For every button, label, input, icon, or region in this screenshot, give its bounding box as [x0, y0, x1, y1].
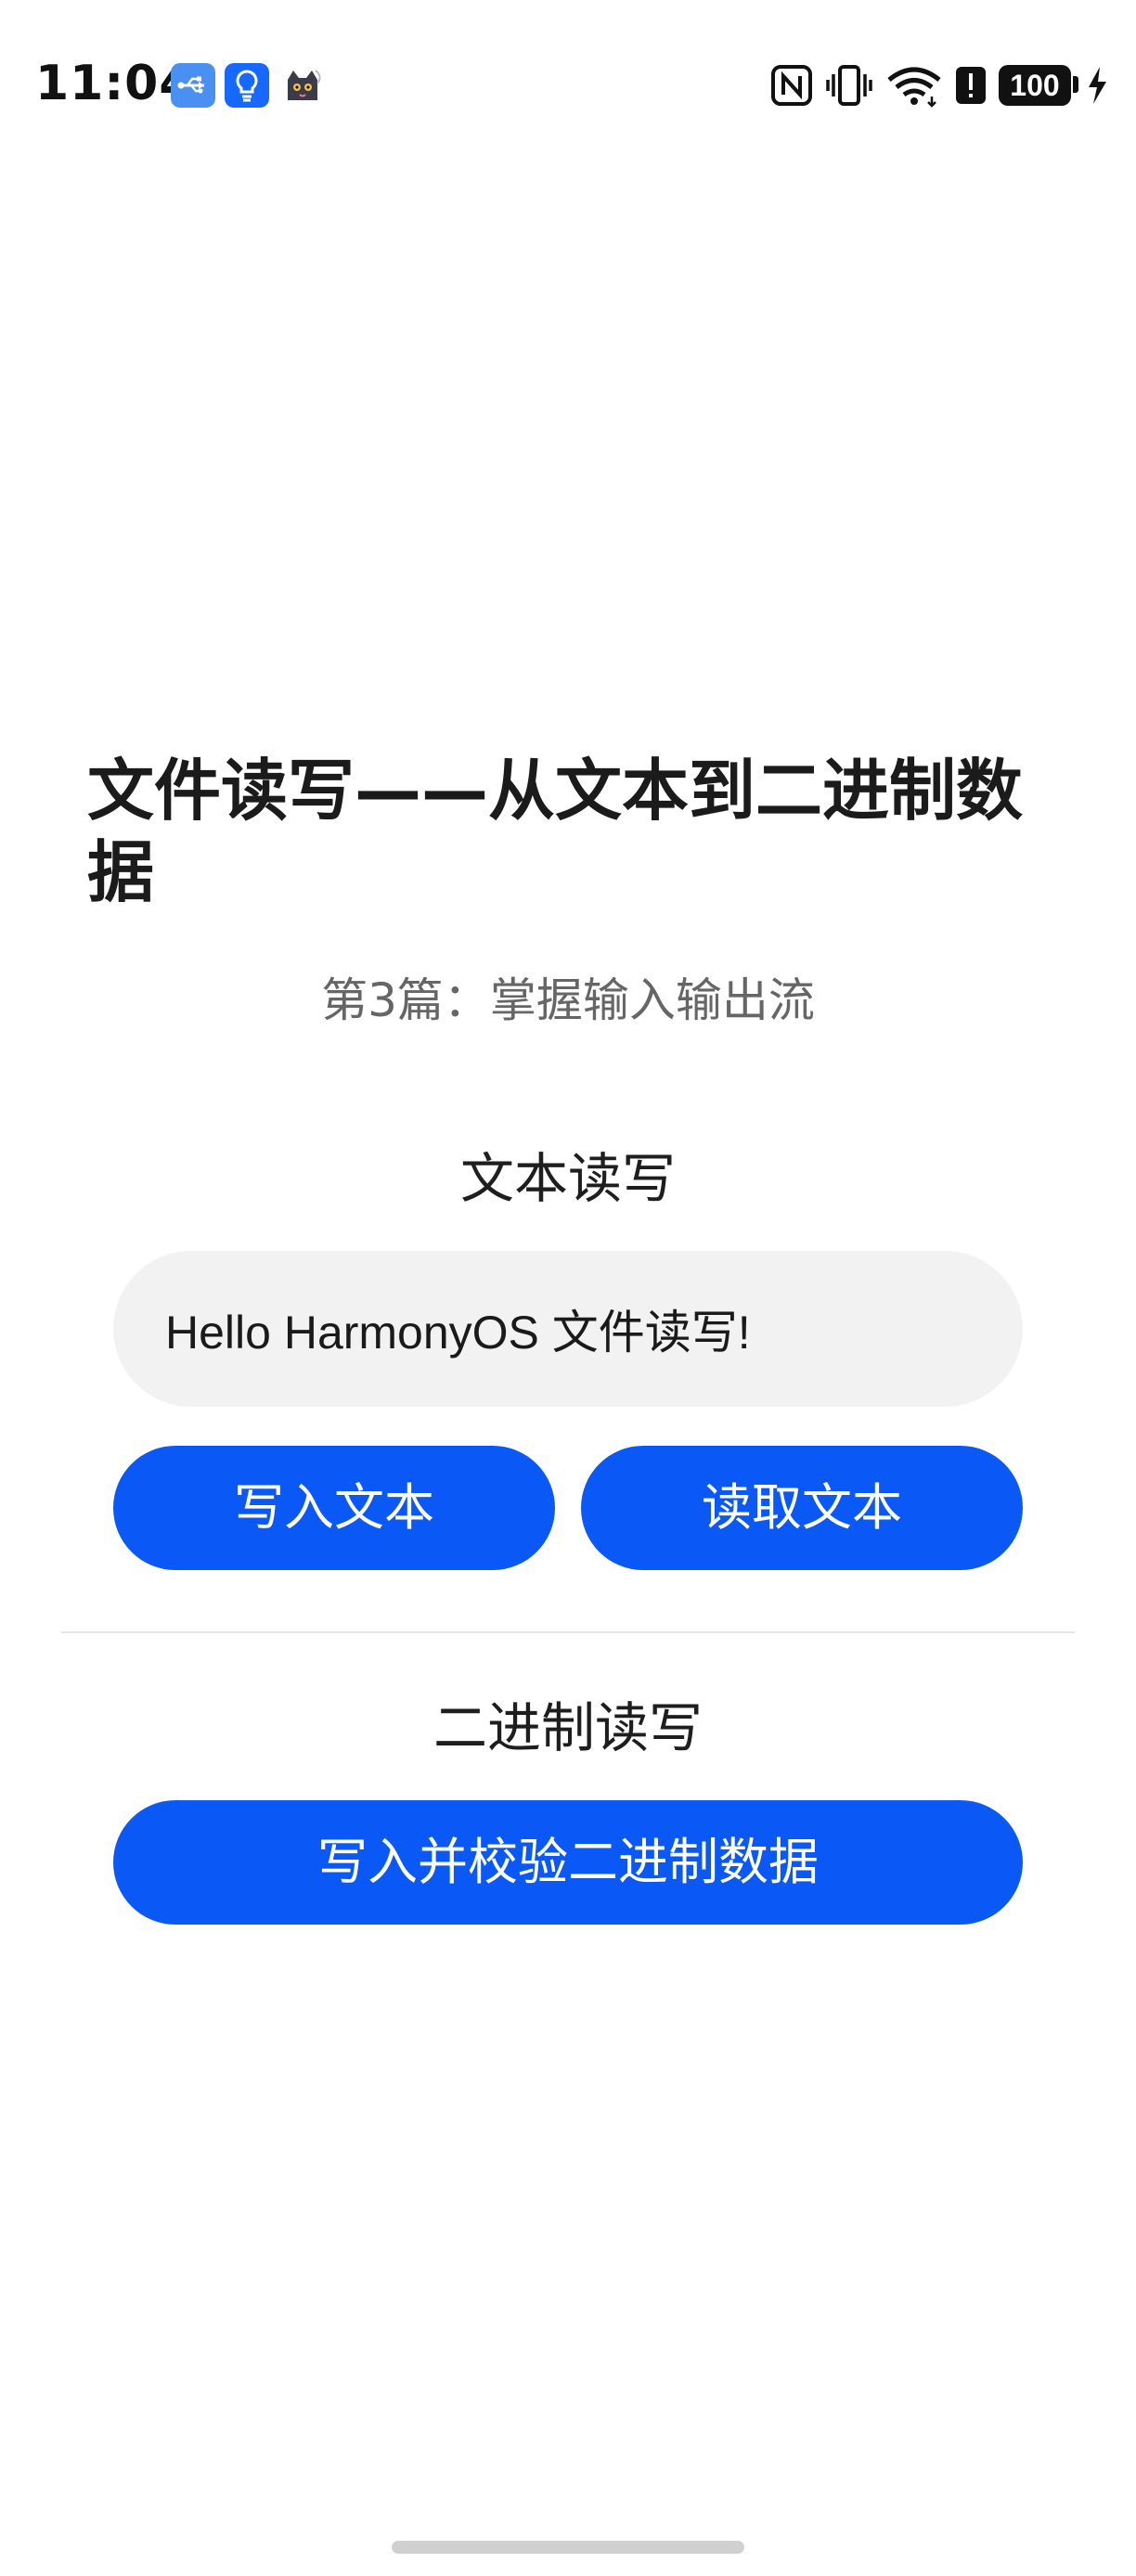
read-text-button[interactable]: 读取文本: [581, 1446, 1023, 1570]
battery-level: 100: [999, 65, 1071, 106]
status-right-icons: 100: [755, 61, 1108, 109]
write-verify-binary-button[interactable]: 写入并校验二进制数据: [113, 1800, 1023, 1925]
vibrate-icon: [824, 61, 874, 109]
text-content-input[interactable]: [113, 1251, 1023, 1407]
alert-icon: [952, 61, 989, 109]
section-divider: [61, 1631, 1075, 1633]
status-bar: 11:04 100: [0, 0, 1136, 167]
page-subtitle: 第3篇：掌握输入输出流: [321, 973, 815, 1027]
text-section-heading: 文本读写: [459, 1147, 676, 1210]
home-indicator[interactable]: [392, 2541, 744, 2554]
lightbulb-icon: [225, 63, 269, 108]
binary-section-heading: 二进制读写: [432, 1696, 703, 1759]
battery-nub: [1073, 76, 1078, 93]
write-text-button[interactable]: 写入文本: [113, 1446, 555, 1570]
cat-app-icon: [280, 63, 325, 108]
nfc-icon: [770, 61, 813, 109]
wifi-icon: [885, 61, 943, 109]
app-screen: 11:04 100 文件读写——从文本到二进制数据 第3篇：掌握输入输出流 文本…: [0, 0, 1136, 2576]
battery-icon: 100: [999, 61, 1082, 109]
charging-icon: [1086, 61, 1108, 109]
status-time: 11:04: [35, 56, 194, 111]
page-title: 文件读写——从文本到二进制数据: [87, 752, 1024, 911]
usb-icon: [171, 63, 215, 108]
